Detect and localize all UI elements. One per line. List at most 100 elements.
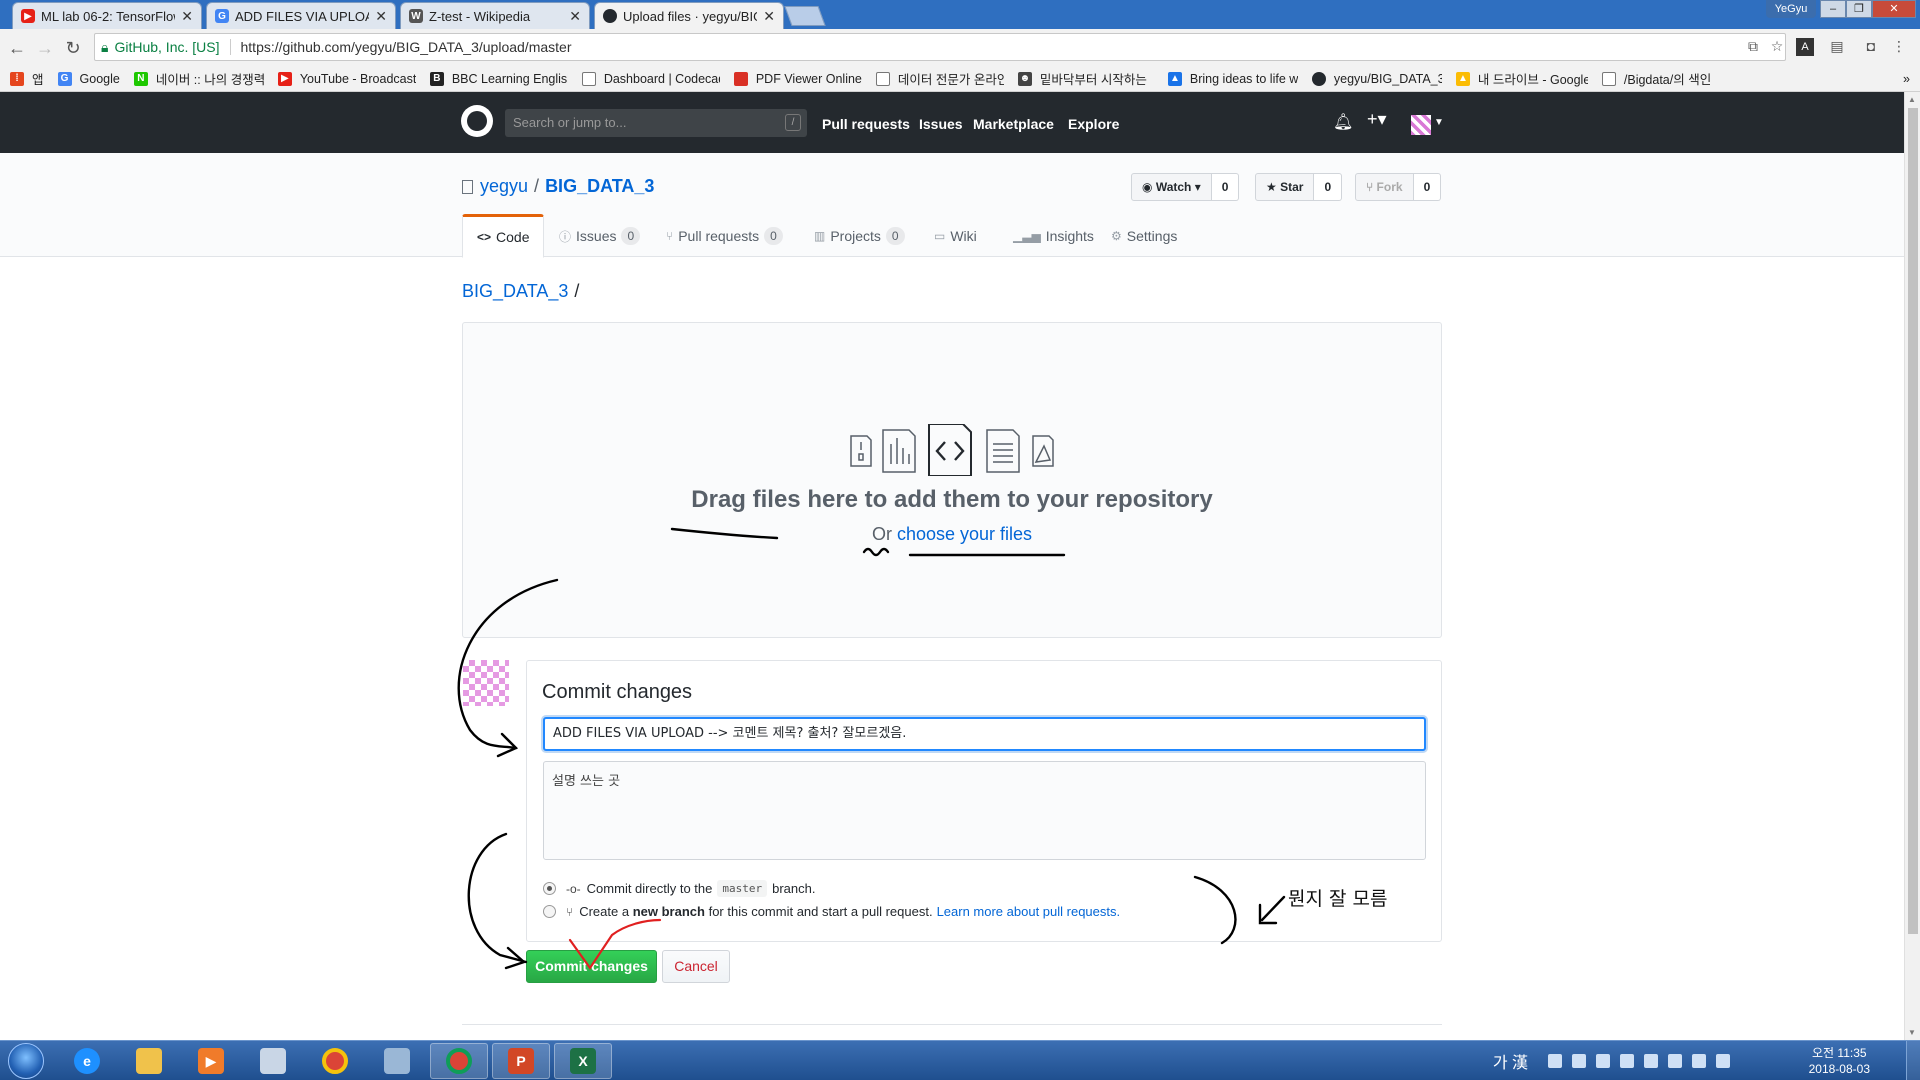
powerpoint-icon[interactable]: P: [492, 1043, 550, 1079]
notification-bell-icon[interactable]: 🔔︎: [1333, 112, 1353, 132]
flag-icon[interactable]: [1692, 1054, 1706, 1068]
user-avatar[interactable]: [1411, 115, 1431, 135]
ime-indicator[interactable]: 가 漢: [1493, 1049, 1528, 1073]
bookmark-item[interactable]: ▲ 내 드라이브 - Google: [1455, 69, 1588, 88]
close-icon[interactable]: ✕: [569, 8, 581, 25]
back-icon[interactable]: ←: [7, 38, 27, 59]
radio-new-branch[interactable]: [543, 905, 556, 918]
browser-tab-active[interactable]: Upload files · yegyu/BIG ✕: [594, 2, 784, 29]
cancel-button[interactable]: Cancel: [662, 950, 730, 983]
breadcrumb-repo-link[interactable]: BIG_DATA_3: [462, 281, 568, 301]
bookmark-item[interactable]: ▲ Bring ideas to life with: [1167, 71, 1298, 86]
tray-icon[interactable]: [1644, 1054, 1658, 1068]
chrome-icon[interactable]: [306, 1043, 364, 1079]
reload-icon[interactable]: ↻: [63, 38, 83, 59]
commit-description-textarea[interactable]: 설명 쓰는 곳: [543, 761, 1426, 860]
bookmark-star-icon[interactable]: ☆: [1768, 38, 1786, 56]
watch-button[interactable]: ◉ Watch ▾: [1131, 173, 1212, 201]
tray-icon[interactable]: [1572, 1054, 1586, 1068]
forward-icon[interactable]: →: [35, 38, 55, 59]
commit-direct-option[interactable]: -o- Commit directly to the master branch…: [543, 880, 816, 897]
paint-icon[interactable]: [244, 1043, 302, 1079]
browser-tab[interactable]: W Z-test - Wikipedia ✕: [400, 2, 590, 29]
github-logo-icon[interactable]: [461, 105, 493, 137]
chrome-icon[interactable]: [430, 1043, 488, 1079]
profile-name[interactable]: YeGyu: [1766, 0, 1816, 18]
star-button[interactable]: ★ Star: [1255, 173, 1315, 201]
close-window-button[interactable]: ✕: [1872, 0, 1916, 18]
internet-explorer-icon[interactable]: e: [58, 1043, 116, 1079]
show-desktop-button[interactable]: [1906, 1041, 1920, 1080]
clock[interactable]: 오전 11:35 2018-08-03: [1809, 1045, 1870, 1077]
translate-icon[interactable]: ⧉: [1744, 38, 1762, 56]
media-player-icon[interactable]: ▶: [182, 1043, 240, 1079]
nav-pull-requests[interactable]: Pull requests: [822, 116, 910, 132]
close-icon[interactable]: ✕: [375, 8, 387, 25]
tab-insights[interactable]: ▁▃▅ Insights: [999, 214, 1108, 258]
page-scrollbar[interactable]: ▲ ▼: [1904, 92, 1920, 1040]
close-icon[interactable]: ✕: [181, 8, 193, 25]
commit-message-input[interactable]: ADD FILES VIA UPLOAD --> 코멘트 제목? 출처? 잘모르…: [543, 717, 1426, 751]
bookmark-item[interactable]: yegyu/BIG_DATA_3: [1311, 71, 1442, 86]
nav-issues[interactable]: Issues: [919, 116, 963, 132]
scroll-up-icon[interactable]: ▲: [1908, 95, 1916, 104]
maximize-button[interactable]: ❐: [1846, 0, 1872, 18]
start-button[interactable]: [8, 1043, 44, 1079]
new-menu-plus-icon[interactable]: +▾: [1367, 109, 1387, 130]
scrollbar-thumb[interactable]: [1908, 108, 1918, 934]
bookmark-item[interactable]: N 네이버 :: 나의 경쟁력: [133, 69, 264, 88]
browser-tab[interactable]: G ADD FILES VIA UPLOAD ✕: [206, 2, 396, 29]
learn-more-link[interactable]: Learn more about pull requests.: [937, 904, 1121, 919]
file-drop-zone[interactable]: Drag files here to add them to your repo…: [462, 322, 1442, 638]
tab-wiki[interactable]: ▭ Wiki: [920, 214, 991, 258]
file-explorer-icon[interactable]: [120, 1043, 178, 1079]
new-tab-button[interactable]: [784, 6, 826, 26]
bookmark-item[interactable]: Dashboard | Codecademy: [581, 71, 720, 86]
commit-new-branch-option[interactable]: ⑂ Create a new branch for this commit an…: [543, 904, 1120, 919]
extension-icon[interactable]: ◘: [1862, 38, 1880, 56]
tab-code[interactable]: <> Code: [462, 214, 545, 258]
network-icon[interactable]: [1716, 1054, 1730, 1068]
watch-count[interactable]: 0: [1211, 173, 1240, 201]
url-text[interactable]: https://github.com/yegyu/BIG_DATA_3/uplo…: [241, 39, 572, 55]
chevron-down-icon[interactable]: ▼: [1434, 117, 1444, 128]
volume-icon[interactable]: [1668, 1054, 1682, 1068]
tray-icon[interactable]: [1548, 1054, 1562, 1068]
minimize-button[interactable]: –: [1820, 0, 1846, 18]
tab-projects[interactable]: ▥ Projects 0: [800, 214, 919, 258]
repo-owner-link[interactable]: yegyu: [480, 176, 528, 197]
radio-direct[interactable]: [543, 882, 556, 895]
excel-icon[interactable]: X: [554, 1043, 612, 1079]
tab-settings[interactable]: ⚙ Settings: [1097, 214, 1191, 258]
choose-files-link[interactable]: choose your files: [897, 524, 1032, 544]
menu-icon[interactable]: ⋮: [1890, 38, 1908, 56]
bookmark-item[interactable]: ⁞ 앱: [10, 69, 44, 88]
browser-tab[interactable]: ▶ ML lab 06-2: TensorFlow ✕: [12, 2, 202, 29]
tab-pull-requests[interactable]: ⑂ Pull requests 0: [652, 214, 797, 258]
tray-icon[interactable]: [1620, 1054, 1634, 1068]
bookmark-item[interactable]: ▶ YouTube - Broadcast: [277, 71, 416, 86]
extension-icon[interactable]: ▤: [1828, 38, 1846, 56]
tray-icon[interactable]: [1596, 1054, 1610, 1068]
extension-icon[interactable]: A: [1796, 38, 1814, 56]
notepad-icon[interactable]: [368, 1043, 426, 1079]
commit-changes-button[interactable]: Commit changes: [526, 950, 657, 983]
bookmark-item[interactable]: B BBC Learning English: [429, 71, 568, 86]
bookmark-item[interactable]: /Bigdata/의 색인: [1601, 69, 1711, 88]
tab-issues[interactable]: ⓘ Issues 0: [545, 214, 654, 258]
address-bar[interactable]: 🔒︎ GitHub, Inc. [US] https://github.com/…: [94, 33, 1786, 61]
bookmarks-overflow-icon[interactable]: »: [1903, 72, 1910, 86]
bookmark-item[interactable]: PDF Viewer Online: [733, 71, 862, 86]
bookmark-item[interactable]: G Google: [57, 71, 120, 86]
scroll-down-icon[interactable]: ▼: [1908, 1028, 1916, 1037]
search-input[interactable]: Search or jump to... /: [505, 109, 807, 137]
bookmark-item[interactable]: 데이터 전문가 온라인: [875, 69, 1004, 88]
bookmark-item[interactable]: ☻ 밑바닥부터 시작하는: [1017, 69, 1154, 88]
close-icon[interactable]: ✕: [763, 8, 775, 25]
star-count[interactable]: 0: [1314, 173, 1343, 201]
fork-button[interactable]: ⑂ Fork: [1355, 173, 1414, 201]
nav-marketplace[interactable]: Marketplace: [973, 116, 1054, 132]
nav-explore[interactable]: Explore: [1068, 116, 1119, 132]
fork-count[interactable]: 0: [1413, 173, 1442, 201]
repo-name-link[interactable]: BIG_DATA_3: [545, 176, 654, 197]
